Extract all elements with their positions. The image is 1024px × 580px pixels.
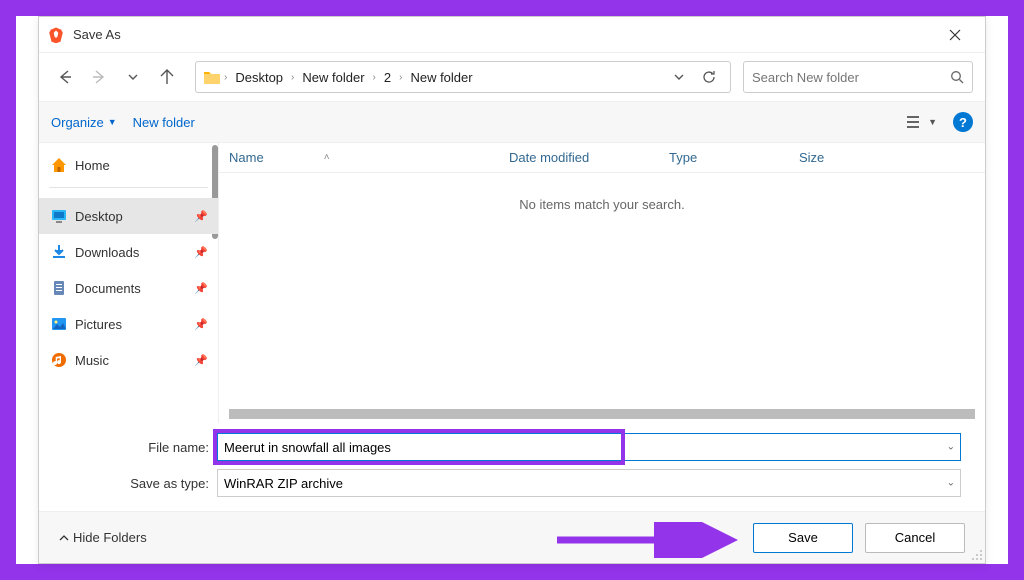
refresh-icon xyxy=(702,70,716,84)
address-bar[interactable]: › Desktop › New folder › 2 › New folder xyxy=(195,61,731,93)
pin-icon: 📌 xyxy=(194,318,208,331)
dialog-title: Save As xyxy=(73,27,933,42)
dialog-footer: Hide Folders Save Cancel xyxy=(39,511,985,563)
cancel-button[interactable]: Cancel xyxy=(865,523,965,553)
sidebar: Home Desktop 📌 Downloads 📌 Documents 📌 xyxy=(39,143,219,423)
chevron-right-icon: › xyxy=(373,72,376,83)
pin-icon: 📌 xyxy=(194,282,208,295)
chevron-down-icon xyxy=(673,71,685,83)
arrow-up-icon xyxy=(159,69,175,85)
sidebar-item-pictures[interactable]: Pictures 📌 xyxy=(39,306,218,342)
column-header-date[interactable]: Date modified xyxy=(499,150,659,165)
breadcrumb-segment[interactable]: New folder xyxy=(406,68,476,87)
close-button[interactable] xyxy=(933,20,977,50)
column-header-name[interactable]: Name ˄ xyxy=(219,150,499,165)
organize-menu[interactable]: Organize ▼ xyxy=(51,115,117,130)
address-dropdown[interactable] xyxy=(666,64,692,90)
up-button[interactable] xyxy=(153,63,181,91)
back-button[interactable] xyxy=(51,63,79,91)
save-as-type-select[interactable] xyxy=(217,469,961,497)
save-button[interactable]: Save xyxy=(753,523,853,553)
pin-icon: 📌 xyxy=(194,210,208,223)
toolbar: Organize ▼ New folder ▼ ? xyxy=(39,102,985,142)
breadcrumb-segment[interactable]: 2 xyxy=(380,68,395,87)
pictures-icon xyxy=(51,316,67,332)
caret-down-icon: ▼ xyxy=(108,117,117,127)
sort-asc-icon: ˄ xyxy=(324,152,330,163)
music-icon xyxy=(51,352,67,368)
titlebar: Save As xyxy=(39,17,985,53)
close-icon xyxy=(949,29,961,41)
pin-icon: 📌 xyxy=(194,246,208,259)
save-as-type-row: Save as type: ⌄ xyxy=(39,465,985,501)
annotation-arrow xyxy=(549,522,739,558)
divider xyxy=(49,187,208,188)
organize-label: Organize xyxy=(51,115,104,130)
nav-row: › Desktop › New folder › 2 › New folder xyxy=(39,53,985,102)
chevron-right-icon: › xyxy=(224,72,227,83)
desktop-icon xyxy=(51,208,67,224)
breadcrumb-segment[interactable]: Desktop xyxy=(231,68,287,87)
sidebar-item-desktop[interactable]: Desktop 📌 xyxy=(39,198,218,234)
file-name-label: File name: xyxy=(39,440,209,455)
file-list-area: Name ˄ Date modified Type Size No items … xyxy=(219,143,985,423)
breadcrumb-segment[interactable]: New folder xyxy=(298,68,368,87)
search-input[interactable] xyxy=(752,70,950,85)
chevron-down-icon xyxy=(127,71,139,83)
brave-icon xyxy=(47,26,65,44)
horizontal-scrollbar[interactable] xyxy=(229,409,975,419)
sidebar-item-label: Pictures xyxy=(75,317,122,332)
refresh-button[interactable] xyxy=(696,64,722,90)
forward-button[interactable] xyxy=(85,63,113,91)
arrow-right-icon xyxy=(91,69,107,85)
hide-folders-button[interactable]: Hide Folders xyxy=(59,530,147,545)
chevron-up-icon xyxy=(59,533,69,543)
column-headers: Name ˄ Date modified Type Size xyxy=(219,143,985,173)
sidebar-item-label: Home xyxy=(75,158,110,173)
view-options-button[interactable]: ▼ xyxy=(906,116,937,128)
folder-icon xyxy=(204,70,220,84)
file-name-input[interactable] xyxy=(217,433,961,461)
pin-icon: 📌 xyxy=(194,354,208,367)
sidebar-item-downloads[interactable]: Downloads 📌 xyxy=(39,234,218,270)
search-box[interactable] xyxy=(743,61,973,93)
new-folder-button[interactable]: New folder xyxy=(133,115,195,130)
content-area: Home Desktop 📌 Downloads 📌 Documents 📌 xyxy=(39,142,985,423)
sidebar-item-home[interactable]: Home xyxy=(39,147,218,183)
file-name-row: File name: ⌄ xyxy=(39,429,985,465)
sidebar-item-documents[interactable]: Documents 📌 xyxy=(39,270,218,306)
column-header-size[interactable]: Size xyxy=(789,150,985,165)
list-view-icon xyxy=(906,116,922,128)
home-icon xyxy=(51,157,67,173)
sidebar-item-label: Documents xyxy=(75,281,141,296)
recent-locations-button[interactable] xyxy=(119,63,147,91)
help-button[interactable]: ? xyxy=(953,112,973,132)
question-mark-icon: ? xyxy=(959,115,967,130)
chevron-right-icon: › xyxy=(291,72,294,83)
sidebar-item-label: Desktop xyxy=(75,209,123,224)
chevron-right-icon: › xyxy=(399,72,402,83)
documents-icon xyxy=(51,280,67,296)
sidebar-item-music[interactable]: Music 📌 xyxy=(39,342,218,378)
save-as-dialog: Save As › Desktop › xyxy=(38,16,986,564)
arrow-left-icon xyxy=(57,69,73,85)
empty-list-message: No items match your search. xyxy=(219,173,985,236)
search-icon xyxy=(950,70,964,84)
sidebar-item-label: Music xyxy=(75,353,109,368)
sidebar-item-label: Downloads xyxy=(75,245,139,260)
caret-down-icon: ▼ xyxy=(928,117,937,127)
download-icon xyxy=(51,244,67,260)
save-as-type-label: Save as type: xyxy=(39,476,209,491)
column-header-type[interactable]: Type xyxy=(659,150,789,165)
resize-grip[interactable] xyxy=(971,549,983,561)
